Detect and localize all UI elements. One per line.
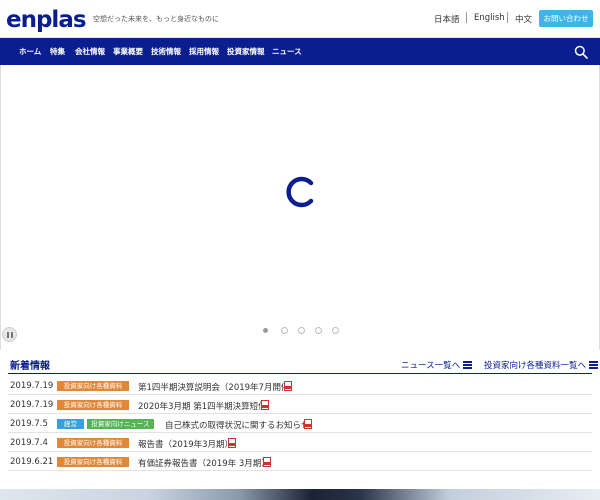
hero-slider bbox=[0, 65, 600, 350]
loading-spinner-icon bbox=[286, 176, 314, 208]
news-list-link-label[interactable]: ニュース一覧へ bbox=[401, 359, 460, 371]
ir-materials-link[interactable]: 投資家向け各種資料一覧へ bbox=[484, 359, 599, 371]
ir-materials-link-label[interactable]: 投資家向け各種資料一覧へ bbox=[484, 359, 586, 371]
news-link[interactable]: 報告書（2019年3月期） bbox=[138, 438, 233, 450]
news-link[interactable]: 2020年3月期 第1四半期決算短信 bbox=[138, 400, 267, 412]
slider-dot[interactable] bbox=[315, 327, 322, 334]
category-badge: 投資家向け各種資料 bbox=[57, 457, 129, 467]
nav-item-news[interactable]: ニュース bbox=[272, 46, 302, 57]
news-date: 2019.7.19 bbox=[10, 400, 54, 410]
contact-button[interactable]: お問い合わせ bbox=[539, 10, 593, 27]
site-header: enplas 空想だった未来を、もっと身近なものに 日本語 English 中文… bbox=[0, 0, 600, 38]
lang-divider bbox=[466, 12, 467, 23]
feature-banner-image[interactable] bbox=[0, 489, 600, 500]
lang-japanese[interactable]: 日本語 bbox=[434, 13, 460, 25]
enplas-logo[interactable]: enplas bbox=[6, 7, 87, 33]
category-badge: 投資家向け各種資料 bbox=[57, 381, 129, 391]
news-date: 2019.7.19 bbox=[10, 381, 54, 391]
news-link[interactable]: 自己株式の取得状況に関するお知らせ bbox=[165, 419, 309, 431]
category-badge: 投資家向けニュース bbox=[87, 419, 154, 429]
nav-item-feature[interactable]: 特集 bbox=[50, 46, 65, 57]
nav-item-recruit[interactable]: 採用情報 bbox=[189, 46, 219, 57]
lang-chinese[interactable]: 中文 bbox=[515, 13, 532, 25]
global-nav: ホーム 特集 会社情報 事業概要 技術情報 採用情報 投資家情報 ニュース bbox=[0, 38, 600, 65]
news-divider bbox=[8, 373, 592, 374]
news-item[interactable]: 2019.6.21 投資家向け各種資料 有価証券報告書（2019年 3月期） bbox=[8, 453, 592, 471]
pdf-icon bbox=[263, 457, 271, 467]
nav-item-business[interactable]: 事業概要 bbox=[113, 46, 143, 57]
pdf-icon bbox=[304, 419, 312, 429]
slider-dot[interactable] bbox=[298, 327, 305, 334]
pdf-icon bbox=[228, 438, 236, 448]
nav-item-technology[interactable]: 技術情報 bbox=[151, 46, 181, 57]
news-date: 2019.6.21 bbox=[10, 457, 54, 467]
slider-pause-button[interactable] bbox=[2, 327, 17, 342]
nav-item-investors[interactable]: 投資家情報 bbox=[227, 46, 265, 57]
pdf-icon bbox=[284, 381, 292, 391]
slider-dot[interactable] bbox=[281, 327, 288, 334]
category-badge: 投資家向け各種資料 bbox=[57, 438, 129, 448]
tagline: 空想だった未来を、もっと身近なものに bbox=[93, 15, 219, 23]
news-section-title: 新着情報 bbox=[10, 361, 50, 372]
category-badge: 投資家向け各種資料 bbox=[57, 400, 129, 410]
list-icon bbox=[463, 361, 473, 369]
news-link[interactable]: 第1四半期決算説明会（2019年7月開催） bbox=[138, 381, 298, 393]
news-item[interactable]: 2019.7.4 投資家向け各種資料 報告書（2019年3月期） bbox=[8, 434, 592, 452]
lang-english[interactable]: English bbox=[474, 13, 505, 23]
slider-dot[interactable] bbox=[332, 327, 339, 334]
news-item[interactable]: 2019.7.19 投資家向け各種資料 2020年3月期 第1四半期決算短信 bbox=[8, 396, 592, 414]
pdf-icon bbox=[261, 400, 269, 410]
slider-dot[interactable] bbox=[263, 328, 268, 333]
lang-divider bbox=[507, 12, 508, 23]
search-icon[interactable] bbox=[574, 45, 588, 59]
news-item[interactable]: 2019.7.19 投資家向け各種資料 第1四半期決算説明会（2019年7月開催… bbox=[8, 377, 592, 395]
logo-text[interactable]: enplas bbox=[6, 7, 87, 33]
nav-item-home[interactable]: ホーム bbox=[19, 46, 41, 57]
news-date: 2019.7.5 bbox=[10, 419, 48, 429]
category-badge: 経営 bbox=[57, 419, 84, 429]
list-icon bbox=[589, 361, 599, 369]
news-link[interactable]: 有価証券報告書（2019年 3月期） bbox=[138, 457, 270, 469]
news-item[interactable]: 2019.7.5 経営 投資家向けニュース 自己株式の取得状況に関するお知らせ bbox=[8, 415, 592, 433]
news-date: 2019.7.4 bbox=[10, 438, 48, 448]
news-list-link[interactable]: ニュース一覧へ bbox=[401, 359, 473, 371]
nav-item-company[interactable]: 会社情報 bbox=[75, 46, 105, 57]
